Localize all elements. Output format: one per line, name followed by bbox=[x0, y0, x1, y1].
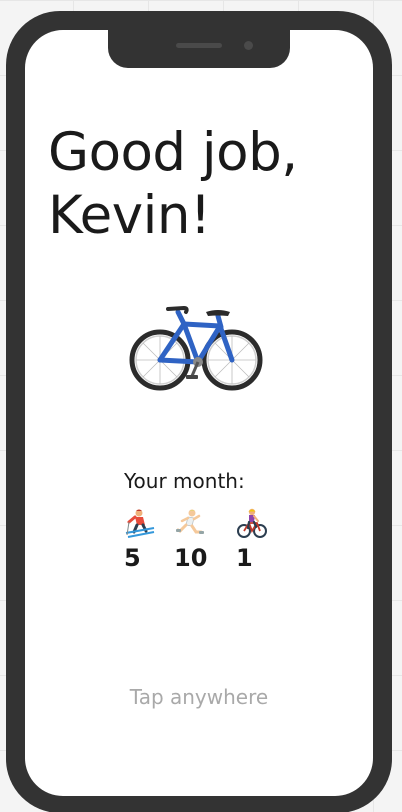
cycling-count: 1 bbox=[236, 544, 253, 572]
front-camera bbox=[244, 41, 253, 50]
greeting-title: Good job, Kevin! bbox=[48, 121, 358, 247]
stat-cycling: 1 bbox=[236, 508, 268, 572]
greeting-line-1: Good job, bbox=[48, 122, 298, 183]
skier-icon bbox=[125, 509, 155, 538]
bicycle-icon bbox=[129, 305, 263, 391]
phone-frame: Good job, Kevin! Your month: 5 10 1 Tap … bbox=[6, 11, 392, 812]
greeting-line-2: Kevin! bbox=[48, 185, 211, 246]
your-month-label: Your month: bbox=[124, 469, 245, 493]
tap-anywhere-hint[interactable]: Tap anywhere bbox=[25, 685, 373, 709]
cyclist-icon bbox=[237, 508, 267, 538]
skiing-count: 5 bbox=[124, 544, 141, 572]
stat-skiing: 5 bbox=[124, 508, 156, 572]
stat-running: 10 bbox=[174, 508, 207, 572]
runner-icon bbox=[176, 509, 204, 534]
screen: Good job, Kevin! Your month: 5 10 1 Tap … bbox=[25, 30, 373, 796]
notch bbox=[108, 30, 290, 68]
speaker-grille bbox=[176, 43, 222, 48]
running-count: 10 bbox=[174, 544, 208, 572]
